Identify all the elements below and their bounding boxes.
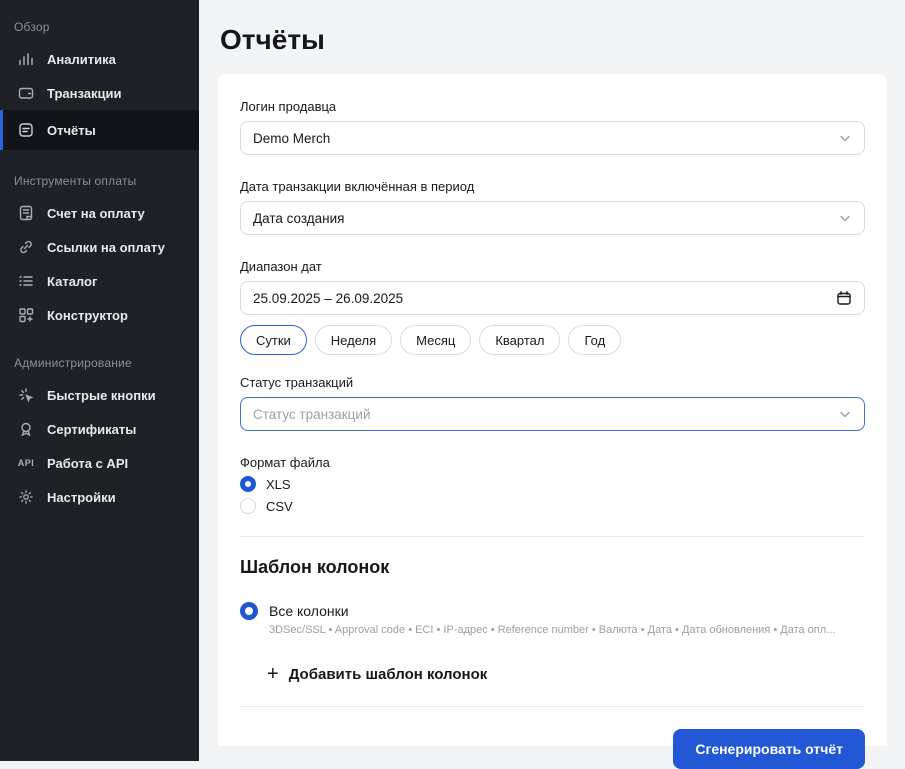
period-pill-year[interactable]: Год <box>568 325 622 355</box>
report-form-card: Логин продавца Demo Merch Дата транзакци… <box>218 74 887 769</box>
period-pill-quarter[interactable]: Квартал <box>479 325 561 355</box>
chevron-down-icon <box>838 211 852 225</box>
radio-selected-icon[interactable] <box>240 602 258 620</box>
merchant-login-label: Логин продавца <box>240 99 337 114</box>
status-label: Статус транзакций <box>240 375 354 390</box>
form-footer: Сгенерировать отчёт <box>240 729 865 769</box>
api-icon: API <box>17 458 35 468</box>
columns-template-heading: Шаблон колонок <box>240 557 390 577</box>
period-pill-day[interactable]: Сутки <box>240 325 307 355</box>
sidebar-item-payment-links[interactable]: Ссылки на оплату <box>0 230 199 264</box>
radio-selected-icon[interactable] <box>240 476 256 492</box>
date-range-label: Диапазон дат <box>240 259 322 274</box>
file-format-group: Формат файла XLS CSV <box>240 455 865 514</box>
sidebar-section-administration: Администрирование Быстрые кнопки Сертифи… <box>0 346 199 514</box>
radio-label: XLS <box>266 476 291 492</box>
file-format-option-xls[interactable]: XLS <box>240 476 865 492</box>
plus-icon: + <box>267 663 279 685</box>
sidebar-item-analytics[interactable]: Аналитика <box>0 42 199 76</box>
sidebar-item-label: Быстрые кнопки <box>47 387 156 403</box>
sidebar-item-transactions[interactable]: Транзакции <box>0 76 199 110</box>
add-template-button[interactable]: + Добавить шаблон колонок <box>267 664 865 684</box>
sidebar-item-certificates[interactable]: Сертификаты <box>0 412 199 446</box>
period-pill-week[interactable]: Неделя <box>314 325 393 355</box>
sidebar-item-api[interactable]: API Работа с API <box>0 446 199 480</box>
merchant-login-field: Логин продавца Demo Merch <box>240 99 865 155</box>
period-pill-month[interactable]: Месяц <box>400 325 472 355</box>
add-template-label: Добавить шаблон колонок <box>288 665 488 683</box>
date-range-field: Диапазон дат 25.09.2025 – 26.09.2025 Сут… <box>240 259 865 355</box>
calendar-icon[interactable] <box>836 290 852 306</box>
catalog-icon <box>17 272 35 290</box>
link-icon <box>17 238 35 256</box>
wallet-icon <box>17 84 35 102</box>
certificate-icon <box>17 420 35 438</box>
sidebar: Обзор Аналитика Транзакции Отчёты Инстру… <box>0 0 199 761</box>
chevron-down-icon <box>838 131 852 145</box>
sidebar-item-reports[interactable]: Отчёты <box>0 110 199 150</box>
transaction-date-label: Дата транзакции включённая в период <box>240 179 475 194</box>
chevron-down-icon <box>838 407 852 421</box>
footer-divider <box>240 706 865 707</box>
sidebar-item-quick-buttons[interactable]: Быстрые кнопки <box>0 378 199 412</box>
sidebar-item-label: Отчёты <box>47 122 96 138</box>
sidebar-item-label: Ссылки на оплату <box>47 239 165 255</box>
section-header-payment-tools: Инструменты оплаты <box>14 174 137 188</box>
sidebar-item-label: Сертификаты <box>47 421 137 437</box>
file-format-option-csv[interactable]: CSV <box>240 498 865 514</box>
sidebar-section-overview: Обзор Аналитика Транзакции Отчёты <box>0 10 199 150</box>
sidebar-item-label: Счет на оплату <box>47 205 145 221</box>
status-placeholder: Статус транзакций <box>253 406 371 422</box>
all-columns-option[interactable]: Все колонки <box>240 602 865 620</box>
sidebar-item-label: Каталог <box>47 273 98 289</box>
section-divider <box>240 536 865 537</box>
page-title: Отчёты <box>220 24 325 55</box>
section-header-administration: Администрирование <box>14 356 132 370</box>
main-content: Отчёты Логин продавца Demo Merch Дата тр… <box>199 0 905 769</box>
sidebar-item-settings[interactable]: Настройки <box>0 480 199 514</box>
all-columns-label: Все колонки <box>269 603 349 619</box>
date-range-value: 25.09.2025 – 26.09.2025 <box>253 290 404 306</box>
radio-label: CSV <box>266 498 293 514</box>
sidebar-item-constructor[interactable]: Конструктор <box>0 298 199 332</box>
sparkle-icon <box>17 386 35 404</box>
report-icon <box>17 121 35 139</box>
sidebar-section-payment-tools: Инструменты оплаты Счет на оплату Ссылки… <box>0 164 199 332</box>
transaction-date-value: Дата создания <box>253 210 345 226</box>
merchant-login-value: Demo Merch <box>253 130 331 146</box>
invoice-icon <box>17 204 35 222</box>
file-format-label: Формат файла <box>240 455 330 470</box>
section-header-overview: Обзор <box>14 20 50 34</box>
status-field: Статус транзакций Статус транзакций <box>240 375 865 431</box>
transaction-date-field: Дата транзакции включённая в период Дата… <box>240 179 865 235</box>
bar-chart-icon <box>17 50 35 68</box>
radio-unselected-icon[interactable] <box>240 498 256 514</box>
period-pills: Сутки Неделя Месяц Квартал Год <box>240 325 865 355</box>
sidebar-item-invoice[interactable]: Счет на оплату <box>0 196 199 230</box>
sidebar-item-label: Транзакции <box>47 85 122 101</box>
sidebar-item-label: Конструктор <box>47 307 128 323</box>
sidebar-item-catalog[interactable]: Каталог <box>0 264 199 298</box>
generate-report-button[interactable]: Сгенерировать отчёт <box>673 729 865 769</box>
gear-icon <box>17 488 35 506</box>
status-select[interactable]: Статус транзакций <box>240 397 865 431</box>
constructor-icon <box>17 306 35 324</box>
transaction-date-select[interactable]: Дата создания <box>240 201 865 235</box>
date-range-input[interactable]: 25.09.2025 – 26.09.2025 <box>240 281 865 315</box>
sidebar-item-label: Аналитика <box>47 51 116 67</box>
merchant-login-select[interactable]: Demo Merch <box>240 121 865 155</box>
all-columns-description: 3DSec/SSL • Approval code • ECI • IP-адр… <box>269 624 836 636</box>
sidebar-item-label: Работа с API <box>47 455 129 471</box>
sidebar-item-label: Настройки <box>47 489 116 505</box>
